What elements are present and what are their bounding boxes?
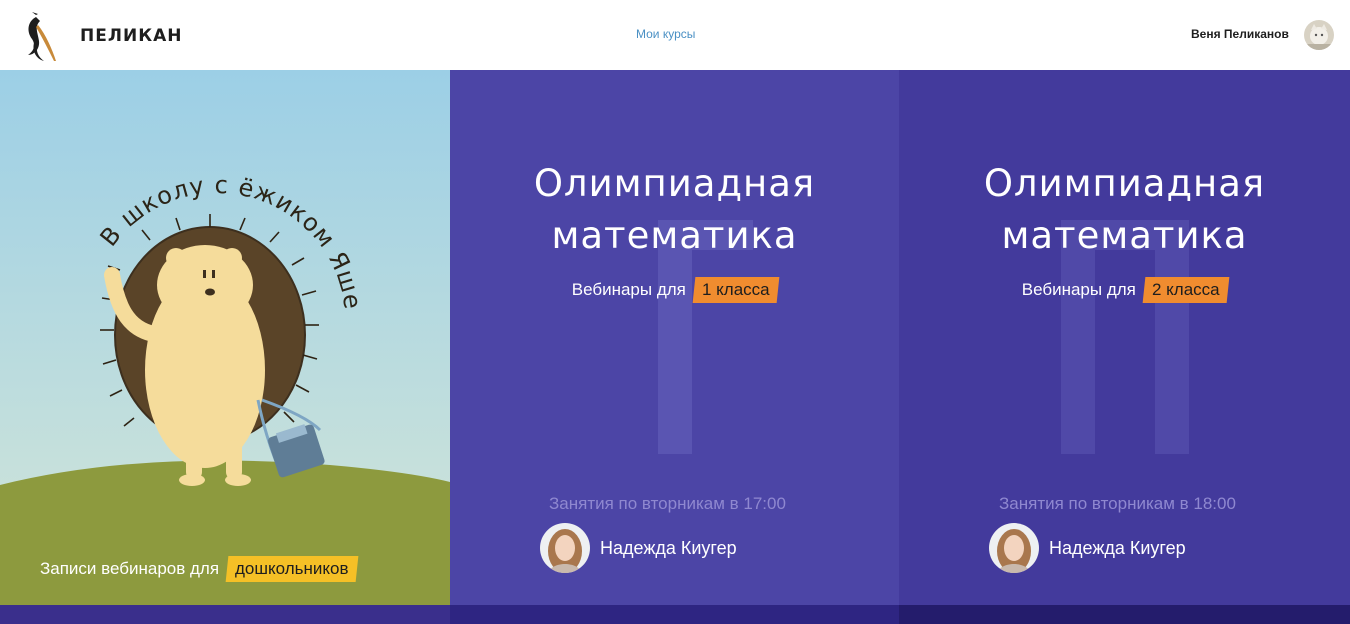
teacher-avatar-icon	[540, 523, 590, 573]
teacher-link[interactable]: Надежда Киугер	[540, 523, 737, 573]
next-row-strip	[0, 605, 450, 624]
top-header: ПЕЛИКАН Мои курсы Веня Пеликанов	[0, 0, 1350, 70]
course-card-grade1[interactable]: Олимпиадная математика Вебинары для 1 кл…	[450, 70, 899, 605]
user-avatar-icon[interactable]	[1304, 20, 1334, 50]
course-title: Олимпиадная математика	[983, 162, 1266, 257]
pelican-logo-icon[interactable]	[22, 11, 62, 63]
card1-caption: Записи вебинаров для дошкольников	[40, 556, 358, 582]
teacher-name[interactable]: Надежда Киугер	[600, 538, 737, 559]
course-subtitle: Вебинары для 1 класса	[450, 277, 899, 303]
course-schedule: Занятия по вторникам в 17:00	[549, 494, 786, 513]
course-subtitle: Вебинары для 2 класса	[899, 277, 1350, 303]
course-schedule: Занятия по вторникам в 18:00	[999, 494, 1236, 513]
next-row-strip	[450, 605, 899, 624]
course-card-grade2[interactable]: Олимпиадная математика Вебинары для 2 кл…	[899, 70, 1350, 605]
teacher-name[interactable]: Надежда Киугер	[1049, 538, 1186, 559]
next-row-strip	[899, 605, 1350, 624]
teacher-link[interactable]: Надежда Киугер	[989, 523, 1186, 573]
card1-audience-badge: дошкольников	[225, 556, 358, 582]
grade-badge: 1 класса	[692, 277, 779, 303]
teacher-avatar-icon	[989, 523, 1039, 573]
course-card-preschool[interactable]: В школу с ёжиком Яшей Записи вебинаров д…	[0, 70, 450, 605]
brand-name[interactable]: ПЕЛИКАН	[80, 26, 182, 46]
card1-caption-prefix: Записи вебинаров для	[40, 559, 220, 578]
course-title: Олимпиадная математика	[533, 162, 816, 257]
grade-badge: 2 класса	[1142, 277, 1229, 303]
nav-my-courses-link[interactable]: Мои курсы	[636, 27, 695, 41]
user-name[interactable]: Веня Пеликанов	[1191, 27, 1289, 41]
